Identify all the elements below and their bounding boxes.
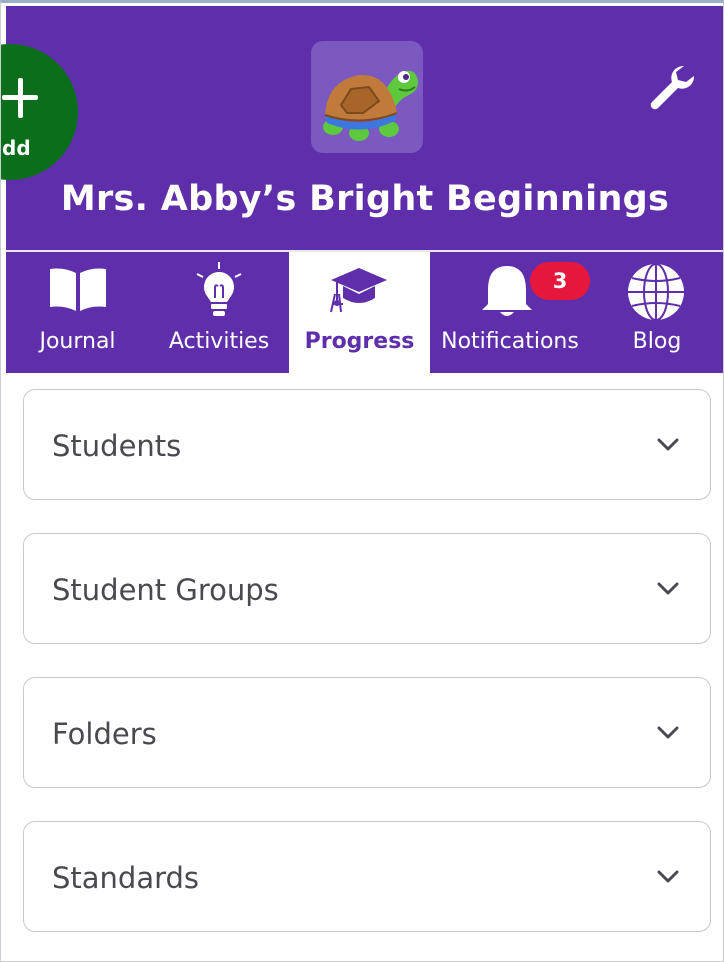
chevron-down-icon (657, 870, 679, 883)
accordion-student-groups[interactable]: Student Groups (23, 533, 711, 644)
tab-label: Notifications (441, 329, 579, 354)
chevron-down-icon (657, 438, 679, 451)
tab-progress[interactable]: Progress (289, 252, 430, 373)
accordion-label: Students (52, 429, 182, 463)
accordion-label: Student Groups (52, 573, 279, 607)
accordion-standards[interactable]: Standards (23, 821, 711, 932)
notification-count-badge: 3 (530, 262, 590, 300)
accordion-label: Standards (52, 861, 200, 895)
add-button[interactable]: dd (1, 44, 78, 180)
class-header: dd Mrs. Abby’s Bright Beginnings (1, 6, 723, 250)
accordion-students[interactable]: Students (23, 389, 711, 500)
tab-label: Progress (304, 329, 415, 354)
bell-icon (482, 266, 532, 316)
tab-activities[interactable]: Activities (149, 252, 289, 373)
tab-label: Activities (168, 329, 270, 354)
class-title: Mrs. Abby’s Bright Beginnings (60, 179, 670, 219)
globe-icon (628, 263, 684, 321)
class-logo (311, 41, 423, 153)
book-icon (50, 268, 106, 311)
add-button-label: dd (2, 136, 31, 160)
lightbulb-icon (196, 262, 242, 316)
plus-icon-bar (2, 95, 38, 100)
accordion-folders[interactable]: Folders (23, 677, 711, 788)
tab-journal[interactable]: Journal (6, 252, 149, 373)
tab-label: Blog (632, 329, 682, 354)
tab-bar: Journal Activities Progress Notification… (6, 252, 723, 373)
tab-blog[interactable]: Blog (590, 252, 723, 373)
turtle-icon (323, 70, 418, 141)
tab-label: Journal (39, 329, 116, 354)
graduation-cap-icon (330, 268, 387, 313)
app-frame: dd Mrs. Abby’s Bright Beginnings Journal… (0, 0, 724, 962)
wrench-icon[interactable] (644, 60, 700, 116)
accordion-label: Folders (52, 717, 157, 751)
chevron-down-icon (657, 582, 679, 595)
chevron-down-icon (657, 726, 679, 739)
